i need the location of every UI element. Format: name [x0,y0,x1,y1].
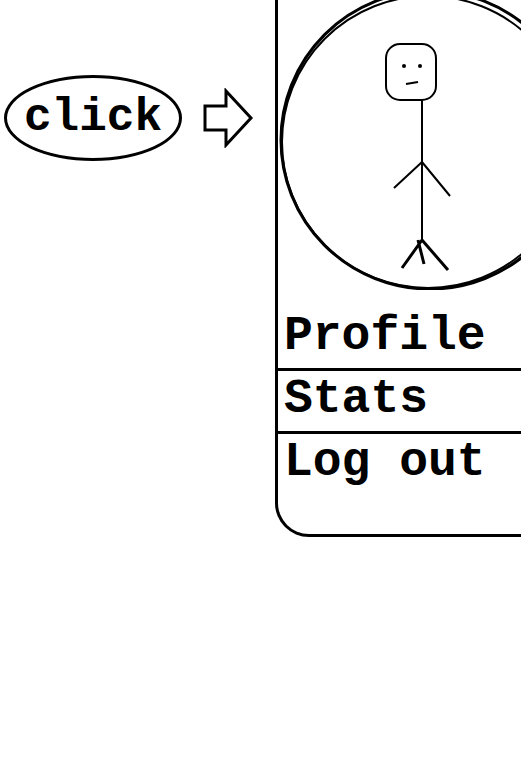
menu-item[interactable]: Log out [278,434,521,494]
menu-item[interactable]: Stats [278,371,521,434]
user-menu: ProfileStatsLog out [275,0,521,537]
arrow-icon [202,88,254,148]
avatar-icon[interactable] [278,0,521,290]
click-label: click [4,75,182,161]
menu-list: ProfileStatsLog out [278,308,521,494]
click-annotation: click [0,0,275,161]
wireframe-page: click ProfileStatsLog out [0,0,521,779]
menu-item[interactable]: Profile [278,308,521,371]
